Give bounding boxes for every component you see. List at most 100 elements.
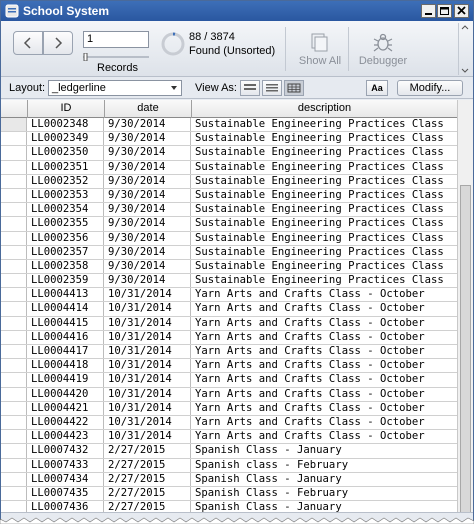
cell-id[interactable]: LL0007434 <box>28 472 104 486</box>
row-marker[interactable] <box>1 203 27 217</box>
text-format-button[interactable]: Aa <box>366 80 388 96</box>
row-marker[interactable] <box>1 472 27 486</box>
cell-id[interactable]: LL0002353 <box>28 188 104 203</box>
cell-date[interactable]: 10/31/2014 <box>105 373 191 387</box>
table-row[interactable]: LL0007432 2/27/2015 Spanish Class - Januar… <box>1 444 457 459</box>
layout-dropdown[interactable]: _ledgerline <box>48 80 182 96</box>
cell-date[interactable]: 2/27/2015 <box>105 501 191 512</box>
cell-id[interactable]: LL0007435 <box>28 486 104 501</box>
column-header-id[interactable]: ID <box>28 100 105 118</box>
cell-date[interactable]: 9/30/2014 <box>105 160 191 174</box>
row-marker[interactable] <box>1 146 27 160</box>
row-marker[interactable] <box>1 501 27 512</box>
cell-description[interactable]: Yarn Arts and Crafts Class - October <box>192 388 457 401</box>
table-row[interactable]: LL0002358 9/30/2014 Sustainable Engineerin… <box>1 259 457 275</box>
table-row[interactable]: LL0002357 9/30/2014 Sustainable Engineerin… <box>1 245 457 260</box>
cell-description[interactable]: Sustainable Engineering Practices Class <box>192 203 457 216</box>
row-marker[interactable] <box>1 274 27 288</box>
row-marker[interactable] <box>1 415 27 430</box>
cell-date[interactable]: 2/27/2015 <box>105 444 191 458</box>
cell-id[interactable]: LL0004419 <box>28 373 104 387</box>
minimize-button[interactable] <box>421 4 436 18</box>
row-marker[interactable] <box>1 188 27 203</box>
cell-date[interactable]: 10/31/2014 <box>105 359 191 373</box>
table-row[interactable]: LL0004416 10/31/2014 Yarn Arts and Crafts … <box>1 330 457 345</box>
cell-date[interactable]: 9/30/2014 <box>105 132 191 146</box>
row-marker[interactable] <box>1 401 27 415</box>
cell-id[interactable]: LL0004422 <box>28 415 104 430</box>
cell-description[interactable]: Yarn Arts and Crafts Class - October <box>192 331 457 344</box>
cell-id[interactable]: LL0002357 <box>28 245 104 259</box>
cell-date[interactable]: 9/30/2014 <box>105 245 191 259</box>
cell-id[interactable]: LL0007433 <box>28 458 104 472</box>
table-row[interactable]: LL0004423 10/31/2014 Yarn Arts and Crafts … <box>1 430 457 445</box>
cell-id[interactable]: LL0004420 <box>28 387 104 401</box>
row-marker[interactable] <box>1 430 27 444</box>
row-marker[interactable] <box>1 486 27 501</box>
cell-description[interactable]: Spanish Class - January <box>192 501 457 512</box>
cell-date[interactable]: 9/30/2014 <box>105 231 191 245</box>
table-row[interactable]: LL0002353 9/30/2014 Sustainable Engineerin… <box>1 188 457 204</box>
row-marker[interactable] <box>1 316 27 330</box>
cell-id[interactable]: LL0007436 <box>28 501 104 512</box>
cell-id[interactable]: LL0004418 <box>28 359 104 373</box>
cell-date[interactable]: 10/31/2014 <box>105 430 191 444</box>
table-row[interactable]: LL0004422 10/31/2014 Yarn Arts and Crafts … <box>1 415 457 431</box>
cell-date[interactable]: 9/30/2014 <box>105 188 191 203</box>
row-marker[interactable] <box>1 387 27 401</box>
table-row[interactable]: LL0002350 9/30/2014 Sustainable Engineerin… <box>1 146 457 161</box>
cell-description[interactable]: Yarn Arts and Crafts Class - October <box>192 359 457 372</box>
debugger-button[interactable]: Debugger <box>355 27 411 73</box>
row-marker[interactable] <box>1 458 27 472</box>
row-marker[interactable] <box>1 259 27 274</box>
row-marker[interactable] <box>1 359 27 373</box>
row-marker[interactable] <box>1 132 27 146</box>
cell-date[interactable]: 9/30/2014 <box>105 217 191 231</box>
table-row[interactable]: LL0002355 9/30/2014 Sustainable Engineerin… <box>1 217 457 232</box>
table-row[interactable]: LL0004418 10/31/2014 Yarn Arts and Crafts … <box>1 359 457 374</box>
next-record-button[interactable] <box>43 31 73 55</box>
cell-id[interactable]: LL0002358 <box>28 259 104 274</box>
cell-date[interactable]: 10/31/2014 <box>105 330 191 344</box>
table-row[interactable]: LL0002352 9/30/2014 Sustainable Engineerin… <box>1 174 457 189</box>
cell-id[interactable]: LL0002352 <box>28 174 104 188</box>
cell-date[interactable]: 2/27/2015 <box>105 458 191 472</box>
cell-date[interactable]: 9/30/2014 <box>105 146 191 160</box>
cell-id[interactable]: LL0002351 <box>28 160 104 174</box>
cell-date[interactable]: 10/31/2014 <box>105 415 191 430</box>
row-marker[interactable] <box>1 118 27 132</box>
cell-date[interactable]: 9/30/2014 <box>105 259 191 274</box>
table-row[interactable]: LL0004417 10/31/2014 Yarn Arts and Crafts … <box>1 345 457 360</box>
row-marker[interactable] <box>1 345 27 359</box>
cell-description[interactable]: Yarn Arts and Crafts Class - October <box>192 373 457 386</box>
cell-description[interactable]: Yarn Arts and Crafts Class - October <box>192 302 457 315</box>
cell-description[interactable]: Spanish Class - January <box>192 473 457 486</box>
cell-description[interactable]: Sustainable Engineering Practices Class <box>192 118 457 131</box>
row-marker[interactable] <box>1 245 27 259</box>
table-row[interactable]: LL0004414 10/31/2014 Yarn Arts and Crafts … <box>1 302 457 317</box>
cell-description[interactable]: Sustainable Engineering Practices Class <box>192 274 457 287</box>
cell-id[interactable]: LL0002349 <box>28 132 104 146</box>
cell-description[interactable]: Yarn Arts and Crafts Class - October <box>192 345 457 358</box>
cell-id[interactable]: LL0002354 <box>28 203 104 217</box>
cell-date[interactable]: 9/30/2014 <box>105 203 191 217</box>
cell-date[interactable]: 10/31/2014 <box>105 345 191 359</box>
table-row[interactable]: LL0004413 10/31/2014 Yarn Arts and Crafts … <box>1 288 457 303</box>
cell-date[interactable]: 2/27/2015 <box>105 486 191 501</box>
table-row[interactable]: LL0002351 9/30/2014 Sustainable Engineerin… <box>1 160 457 175</box>
cell-description[interactable]: Sustainable Engineering Practices Class <box>192 260 457 273</box>
row-marker[interactable] <box>1 160 27 174</box>
table-row[interactable]: LL0007434 2/27/2015 Spanish Class - Januar… <box>1 472 457 487</box>
row-marker[interactable] <box>1 288 27 302</box>
row-marker[interactable] <box>1 217 27 231</box>
row-marker[interactable] <box>1 174 27 188</box>
cell-id[interactable]: LL0002355 <box>28 217 104 231</box>
view-as-table-button[interactable] <box>284 80 304 96</box>
close-button[interactable] <box>454 4 469 18</box>
cell-description[interactable]: Sustainable Engineering Practices Class <box>192 175 457 188</box>
cell-id[interactable]: LL0002356 <box>28 231 104 245</box>
cell-date[interactable]: 2/27/2015 <box>105 472 191 486</box>
view-as-list-button[interactable] <box>262 80 282 96</box>
cell-description[interactable]: Spanish class - February <box>192 459 457 472</box>
cell-description[interactable]: Yarn Arts and Crafts Class - October <box>192 402 457 415</box>
